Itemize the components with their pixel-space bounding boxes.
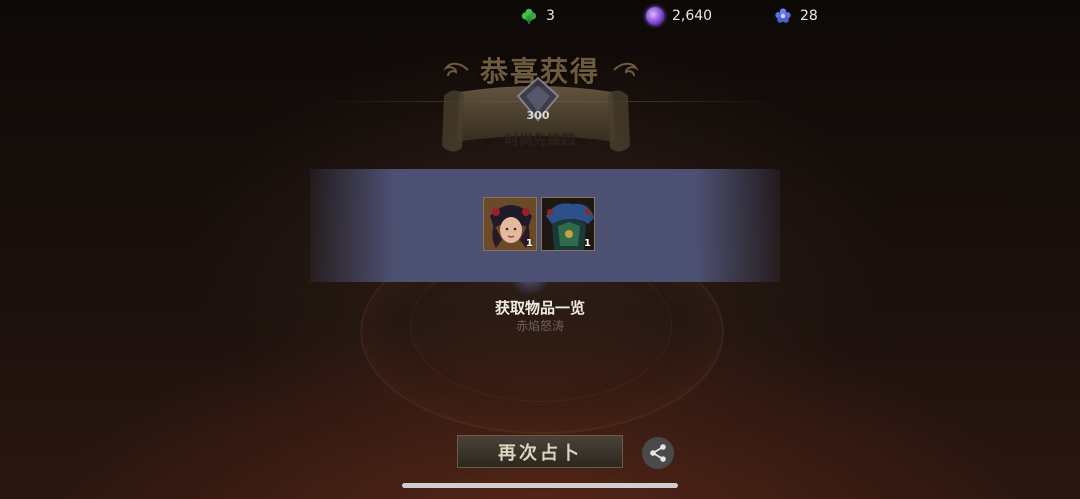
item-1-count: 1: [526, 238, 533, 249]
crystal-count: 2,640: [672, 8, 713, 24]
obtained-items-title: 获取物品一览: [494, 299, 585, 317]
clover-currency: 3: [520, 6, 555, 26]
home-indicator[interactable]: [402, 483, 678, 488]
flower-currency: 28: [774, 6, 818, 26]
obtained-items-subtitle: 赤焰怒涛: [515, 319, 564, 333]
blue-flower-icon: [775, 8, 791, 23]
reward-item-2[interactable]: 1: [541, 197, 595, 251]
badge-value: 300: [526, 109, 550, 122]
flower-count: 28: [800, 8, 818, 24]
draw-again-button[interactable]: 再次占卜: [457, 435, 623, 468]
share-icon: [650, 444, 666, 462]
share-button[interactable]: [642, 437, 674, 469]
clover-icon: [521, 8, 537, 25]
reward-screen: 3 2,640 28 恭喜获得 300 时尚先锋四 1 1 获取物品一览 赤焰怒…: [0, 0, 1080, 499]
item-2-count: 1: [584, 238, 591, 249]
reward-item-1[interactable]: 1: [483, 197, 537, 251]
banner-name: 时尚先锋四: [505, 133, 575, 149]
clover-count: 3: [546, 8, 555, 24]
crystal-currency: 2,640: [646, 6, 712, 26]
crystal-orb-icon: [646, 7, 664, 25]
